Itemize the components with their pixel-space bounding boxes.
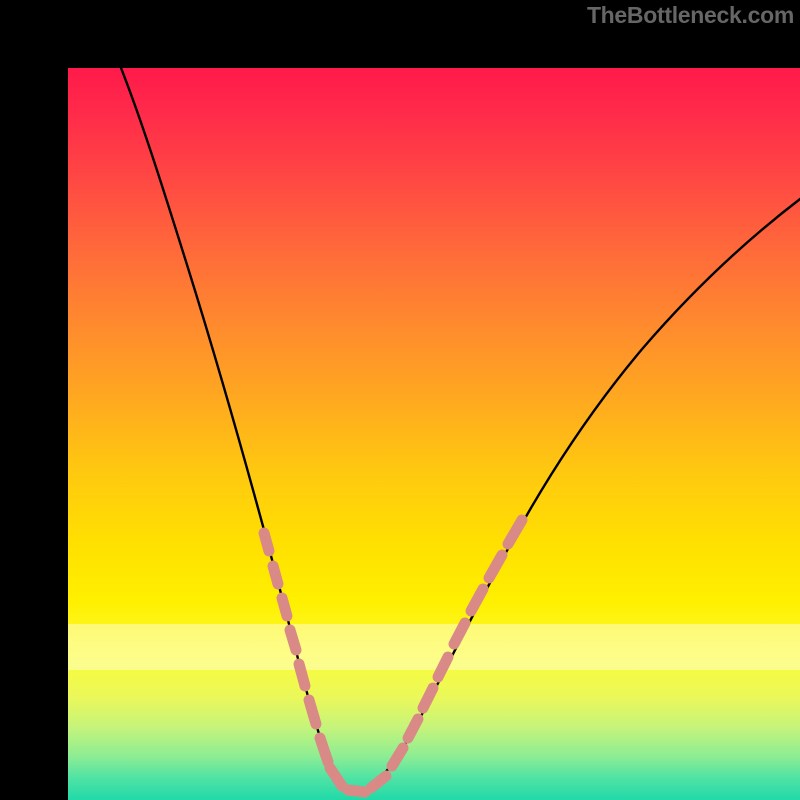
valley-bottom-marks <box>330 768 386 792</box>
watermark-text: TheBottleneck.com <box>587 2 794 29</box>
bottleneck-curve <box>113 68 800 793</box>
chart-frame <box>0 0 800 800</box>
curve-svg <box>68 68 800 800</box>
left-flank-marks <box>264 533 328 762</box>
plot-area <box>68 68 800 800</box>
right-flank-marks <box>392 520 522 766</box>
